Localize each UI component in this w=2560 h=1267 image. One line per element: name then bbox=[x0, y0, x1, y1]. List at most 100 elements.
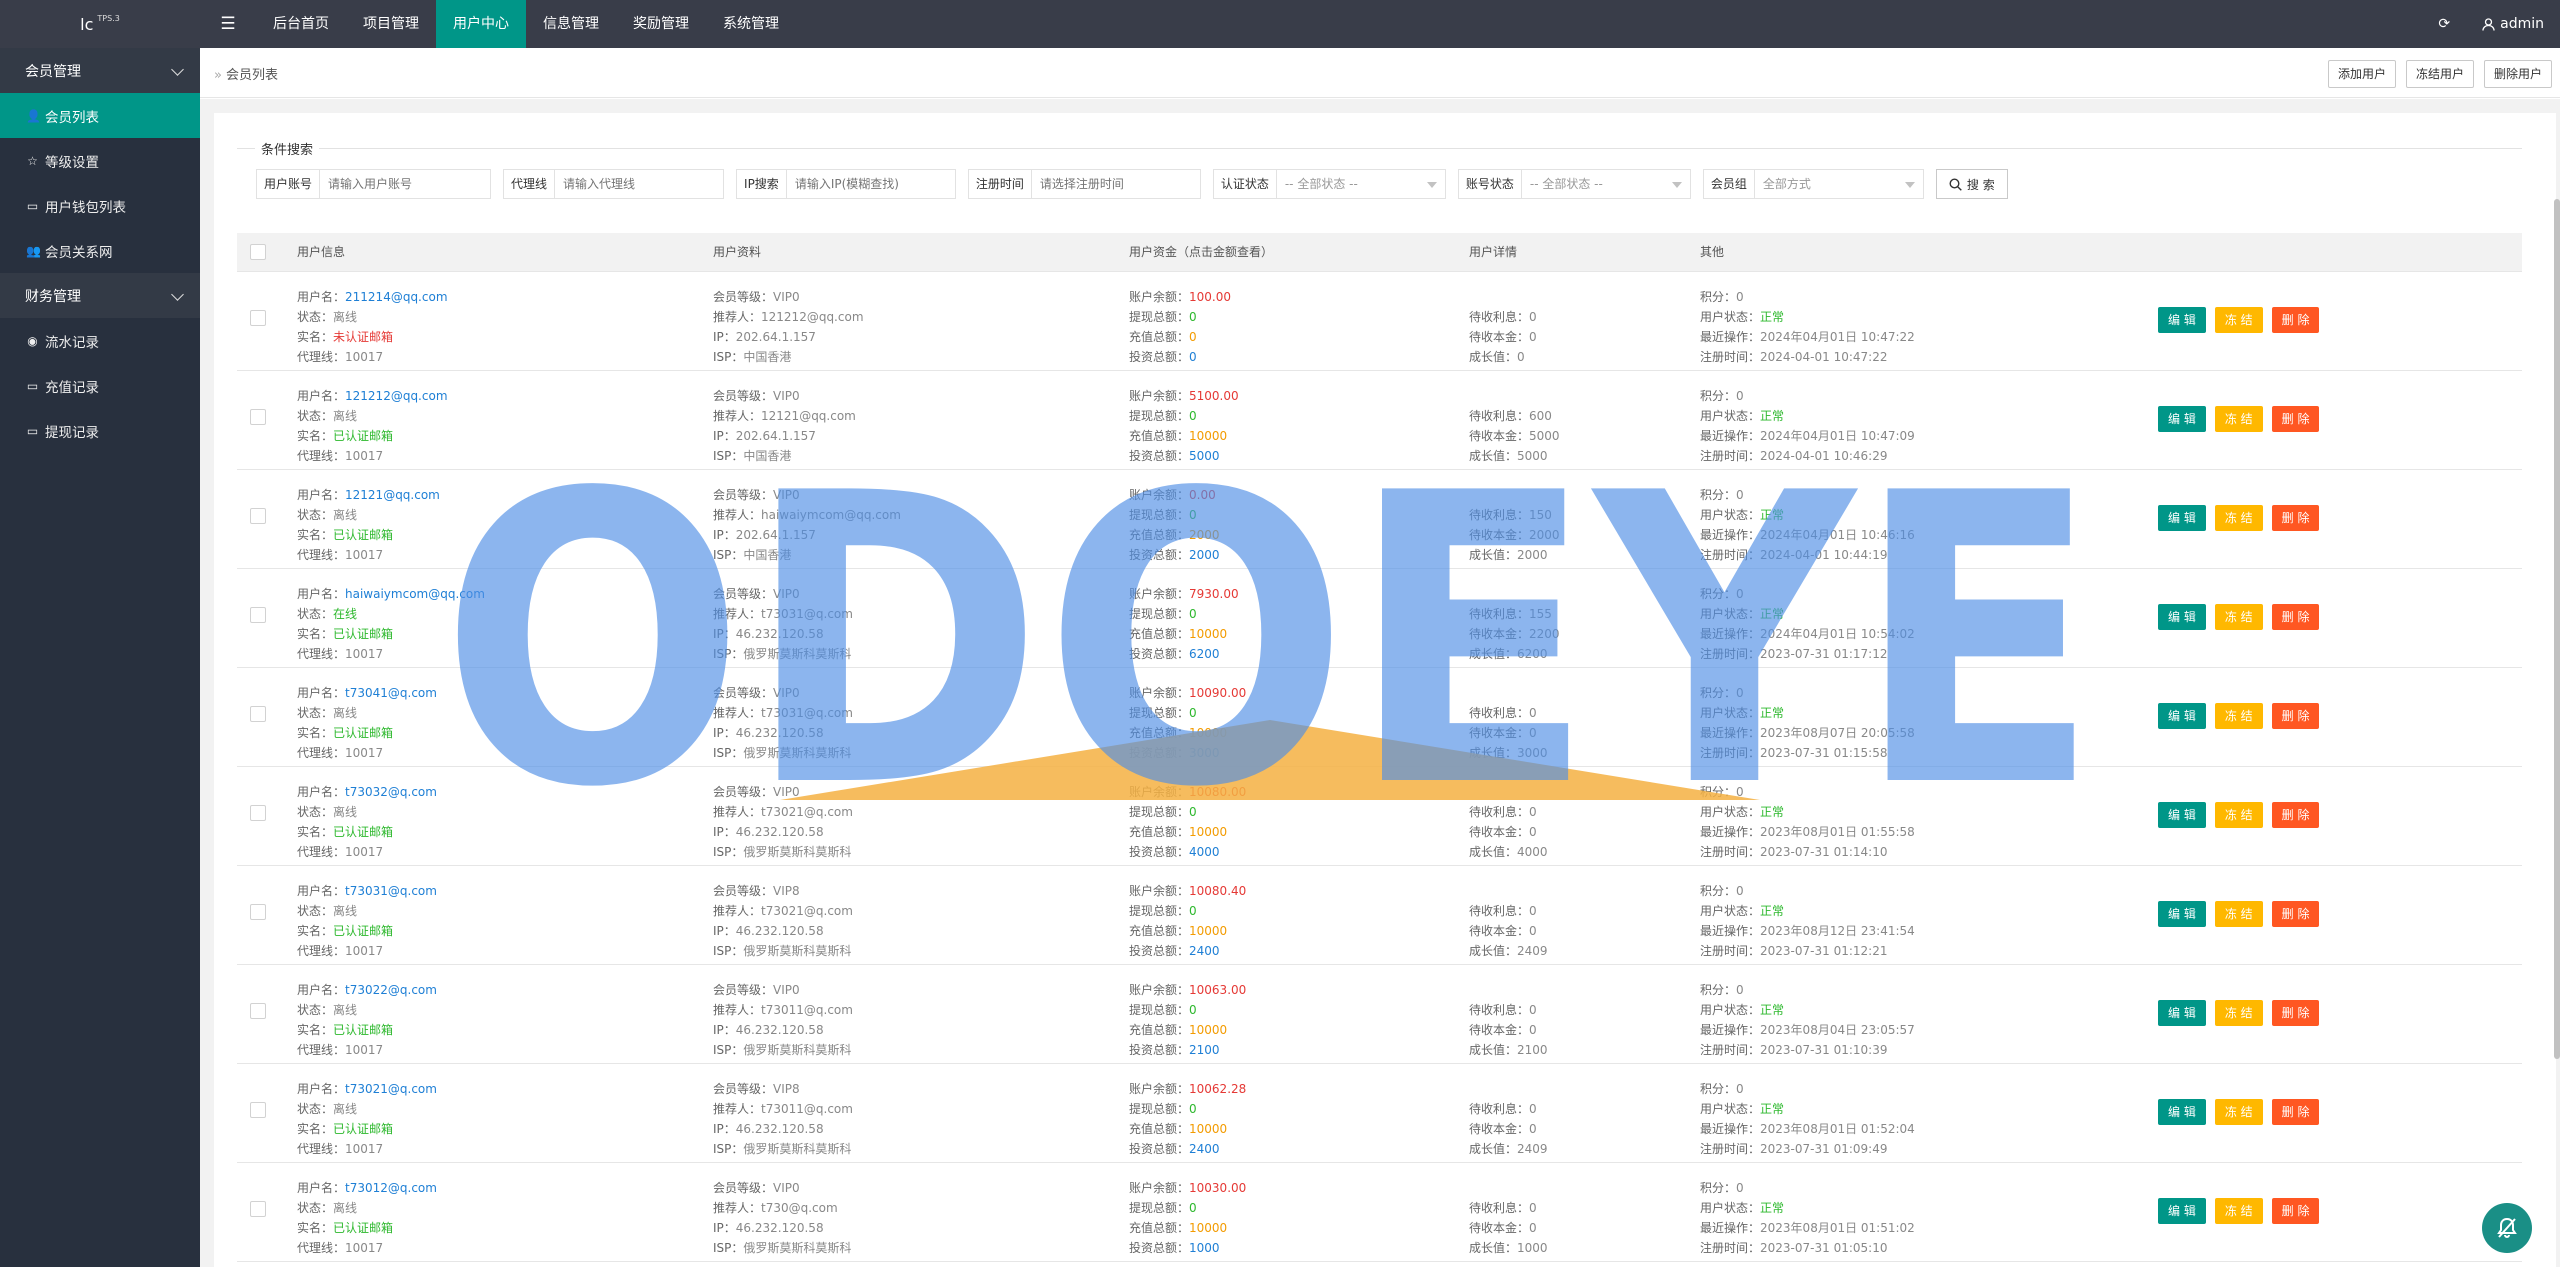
sidebar-group-0[interactable]: 会员管理 bbox=[0, 48, 200, 93]
sidebar-item-0-1[interactable]: ☆ 等级设置 bbox=[0, 138, 200, 183]
nav-item-5[interactable]: 系统管理 bbox=[706, 0, 796, 48]
delete-button[interactable]: 删 除 bbox=[2271, 306, 2320, 333]
freeze-button[interactable]: 冻 结 bbox=[2214, 1098, 2263, 1125]
recharge-total-value[interactable]: 10000 bbox=[1189, 429, 1227, 443]
recharge-total-value[interactable]: 10000 bbox=[1189, 1122, 1227, 1136]
username-value[interactable]: 12121@qq.com bbox=[345, 488, 440, 502]
row-checkbox[interactable] bbox=[250, 903, 266, 920]
row-checkbox[interactable] bbox=[250, 606, 266, 623]
balance-value[interactable]: 10080.00 bbox=[1189, 785, 1246, 799]
nav-item-2[interactable]: 用户中心 bbox=[436, 0, 526, 48]
edit-button[interactable]: 编 辑 bbox=[2158, 1098, 2206, 1125]
edit-button[interactable]: 编 辑 bbox=[2158, 405, 2206, 432]
delete-button[interactable]: 删 除 bbox=[2271, 405, 2320, 432]
filter-select[interactable]: -- 全部状态 -- bbox=[1277, 170, 1445, 198]
username-value[interactable]: t73031@q.com bbox=[345, 884, 437, 898]
filter-select[interactable]: -- 全部状态 -- bbox=[1522, 170, 1690, 198]
freeze-button[interactable]: 冻 结 bbox=[2214, 603, 2263, 630]
search-button[interactable]: 搜 索 bbox=[1935, 169, 2008, 199]
header-action-button-2[interactable]: 删除用户 bbox=[2483, 60, 2552, 88]
withdraw-total-value[interactable]: 0 bbox=[1189, 1003, 1197, 1017]
select-all-checkbox[interactable] bbox=[250, 243, 266, 260]
nav-item-3[interactable]: 信息管理 bbox=[526, 0, 616, 48]
refresh-icon[interactable]: ⟳ bbox=[2422, 0, 2466, 48]
sidebar-group-1[interactable]: 财务管理 bbox=[0, 273, 200, 318]
invest-total-value[interactable]: 6200 bbox=[1189, 647, 1220, 661]
delete-button[interactable]: 删 除 bbox=[2271, 1098, 2320, 1125]
menu-toggle-icon[interactable]: ☰ bbox=[200, 0, 256, 48]
row-checkbox[interactable] bbox=[250, 804, 266, 821]
delete-button[interactable]: 删 除 bbox=[2271, 504, 2320, 531]
sidebar-item-1-0[interactable]: ◉ 流水记录 bbox=[0, 318, 200, 363]
username-value[interactable]: t73041@q.com bbox=[345, 686, 437, 700]
scrollbar[interactable] bbox=[2554, 199, 2560, 1059]
sidebar-item-0-2[interactable]: ▭ 用户钱包列表 bbox=[0, 183, 200, 228]
delete-button[interactable]: 删 除 bbox=[2271, 801, 2320, 828]
username-value[interactable]: haiwaiymcom@qq.com bbox=[345, 587, 485, 601]
invest-total-value[interactable]: 5000 bbox=[1189, 449, 1220, 463]
withdraw-total-value[interactable]: 0 bbox=[1189, 805, 1197, 819]
recharge-total-value[interactable]: 10000 bbox=[1189, 627, 1227, 641]
header-action-button-0[interactable]: 添加用户 bbox=[2327, 60, 2396, 88]
row-checkbox[interactable] bbox=[250, 1002, 266, 1019]
freeze-button[interactable]: 冻 结 bbox=[2214, 801, 2263, 828]
withdraw-total-value[interactable]: 0 bbox=[1189, 310, 1197, 324]
invest-total-value[interactable]: 2000 bbox=[1189, 548, 1220, 562]
balance-value[interactable]: 10090.00 bbox=[1189, 686, 1246, 700]
delete-button[interactable]: 删 除 bbox=[2271, 999, 2320, 1026]
sidebar-item-1-2[interactable]: ▭ 提现记录 bbox=[0, 408, 200, 453]
row-checkbox[interactable] bbox=[250, 1200, 266, 1217]
freeze-button[interactable]: 冻 结 bbox=[2214, 702, 2263, 729]
user-menu[interactable]: admin bbox=[2466, 0, 2560, 48]
nav-item-4[interactable]: 奖励管理 bbox=[616, 0, 706, 48]
recharge-total-value[interactable]: 10000 bbox=[1189, 1023, 1227, 1037]
balance-value[interactable]: 10080.40 bbox=[1189, 884, 1246, 898]
sidebar-item-0-0[interactable]: 👤 会员列表 bbox=[0, 93, 200, 138]
delete-button[interactable]: 删 除 bbox=[2271, 1197, 2320, 1224]
balance-value[interactable]: 100.00 bbox=[1189, 290, 1231, 304]
balance-value[interactable]: 10062.28 bbox=[1189, 1082, 1246, 1096]
edit-button[interactable]: 编 辑 bbox=[2158, 603, 2206, 630]
withdraw-total-value[interactable]: 0 bbox=[1189, 1102, 1197, 1116]
balance-value[interactable]: 7930.00 bbox=[1189, 587, 1239, 601]
username-value[interactable]: t73021@q.com bbox=[345, 1082, 437, 1096]
header-action-button-1[interactable]: 冻结用户 bbox=[2405, 60, 2474, 88]
invest-total-value[interactable]: 0 bbox=[1189, 350, 1197, 364]
recharge-total-value[interactable]: 10000 bbox=[1189, 924, 1227, 938]
delete-button[interactable]: 删 除 bbox=[2271, 900, 2320, 927]
edit-button[interactable]: 编 辑 bbox=[2158, 702, 2206, 729]
chat-fab[interactable] bbox=[2482, 1203, 2532, 1253]
balance-value[interactable]: 5100.00 bbox=[1189, 389, 1239, 403]
sidebar-item-1-1[interactable]: ▭ 充值记录 bbox=[0, 363, 200, 408]
username-value[interactable]: t73022@q.com bbox=[345, 983, 437, 997]
withdraw-total-value[interactable]: 0 bbox=[1189, 508, 1197, 522]
invest-total-value[interactable]: 2400 bbox=[1189, 1142, 1220, 1156]
invest-total-value[interactable]: 3000 bbox=[1189, 746, 1220, 760]
balance-value[interactable]: 0.00 bbox=[1189, 488, 1216, 502]
nav-item-1[interactable]: 项目管理 bbox=[346, 0, 436, 48]
freeze-button[interactable]: 冻 结 bbox=[2214, 306, 2263, 333]
freeze-button[interactable]: 冻 结 bbox=[2214, 900, 2263, 927]
edit-button[interactable]: 编 辑 bbox=[2158, 900, 2206, 927]
row-checkbox[interactable] bbox=[250, 1101, 266, 1118]
filter-input[interactable] bbox=[320, 170, 491, 198]
filter-select[interactable]: 全部方式 bbox=[1755, 170, 1923, 198]
invest-total-value[interactable]: 1000 bbox=[1189, 1241, 1220, 1255]
withdraw-total-value[interactable]: 0 bbox=[1189, 904, 1197, 918]
invest-total-value[interactable]: 4000 bbox=[1189, 845, 1220, 859]
freeze-button[interactable]: 冻 结 bbox=[2214, 405, 2263, 432]
username-value[interactable]: t73012@q.com bbox=[345, 1181, 437, 1195]
balance-value[interactable]: 10030.00 bbox=[1189, 1181, 1246, 1195]
recharge-total-value[interactable]: 10000 bbox=[1189, 1221, 1227, 1235]
row-checkbox[interactable] bbox=[250, 309, 266, 326]
recharge-total-value[interactable]: 0 bbox=[1189, 330, 1197, 344]
username-value[interactable]: 211214@qq.com bbox=[345, 290, 448, 304]
recharge-total-value[interactable]: 2000 bbox=[1189, 528, 1220, 542]
filter-input[interactable] bbox=[1031, 170, 1200, 198]
recharge-total-value[interactable]: 10000 bbox=[1189, 825, 1227, 839]
withdraw-total-value[interactable]: 0 bbox=[1189, 1201, 1197, 1215]
freeze-button[interactable]: 冻 结 bbox=[2214, 504, 2263, 531]
username-value[interactable]: 121212@qq.com bbox=[345, 389, 448, 403]
filter-input[interactable] bbox=[786, 170, 955, 198]
filter-input[interactable] bbox=[555, 170, 724, 198]
